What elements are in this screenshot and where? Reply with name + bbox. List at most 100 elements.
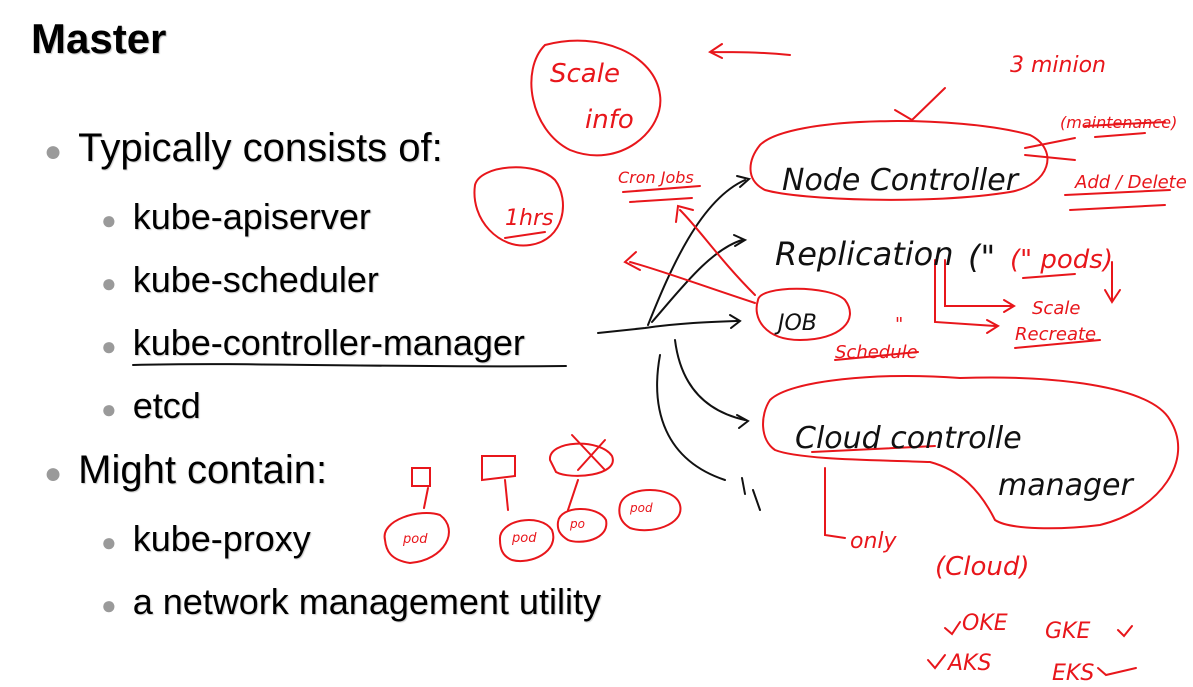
ink-underline-cloud bbox=[811, 445, 936, 453]
ink-box-2 bbox=[481, 455, 516, 482]
ink-maintenance: (maintenance) bbox=[1060, 113, 1177, 132]
ink-check-oke bbox=[944, 621, 961, 636]
ink-arrow-node bbox=[647, 179, 746, 326]
ink-recreate: Recreate bbox=[1015, 324, 1096, 345]
bullet-dot: ● bbox=[101, 527, 117, 557]
ink-arrow-up bbox=[1024, 137, 1076, 149]
ink-check-gke bbox=[1117, 625, 1133, 638]
ink-cross bbox=[571, 434, 606, 471]
ink-arrow-cloud bbox=[674, 339, 746, 421]
ink-cloud-controller: Cloud controlle bbox=[795, 421, 1022, 456]
ink-arrow-down bbox=[1024, 154, 1076, 161]
black-handwriting: Node Controller Replication JOB Cloud co… bbox=[774, 163, 1135, 503]
ink-manager: manager bbox=[998, 468, 1135, 503]
ink-aks: AKS bbox=[946, 651, 991, 676]
ink-underline-maint bbox=[1084, 121, 1166, 138]
ink-underline-pods bbox=[1022, 273, 1076, 279]
ink-circle-1hrs bbox=[473, 166, 564, 247]
ink-pod-2: pod bbox=[511, 531, 537, 546]
ink-pod-circle-2 bbox=[498, 518, 555, 563]
ink-check-eks bbox=[1097, 667, 1137, 677]
ink-ellipse-node bbox=[749, 120, 1049, 201]
ink-underline-cron bbox=[622, 185, 701, 203]
ink-underline-1hrs bbox=[504, 231, 546, 239]
ink-quote bbox=[741, 477, 761, 511]
bullet-dot: ● bbox=[44, 457, 63, 490]
ink-arrow-small2 bbox=[504, 479, 509, 511]
sub-bullet-apiserver: ● kube-apiserver bbox=[101, 196, 371, 238]
ink-quote-marks: (" bbox=[968, 238, 995, 276]
ink-job: JOB bbox=[774, 311, 817, 336]
bullet-text: etcd bbox=[132, 385, 201, 426]
ink-pod-circle-1 bbox=[383, 511, 450, 565]
ink-arrow-job-left bbox=[623, 251, 756, 304]
ink-arrow-other bbox=[656, 354, 726, 481]
bullet-text: kube-controller-manager bbox=[132, 322, 525, 363]
sub-bullet-kube-proxy: ● kube-proxy bbox=[101, 518, 311, 560]
ink-arrow-main bbox=[597, 320, 739, 334]
ink-connector-only bbox=[824, 467, 846, 539]
ink-connector-scale bbox=[944, 259, 1016, 313]
bullet-dot: ● bbox=[101, 394, 117, 424]
ink-scale: Scale bbox=[1032, 298, 1080, 319]
ink-schedule: Schedule bbox=[835, 342, 918, 363]
ink-pod-circle-3 bbox=[556, 508, 608, 543]
ink-arrow-small3 bbox=[567, 479, 579, 511]
ink-box-1 bbox=[411, 467, 431, 487]
ink-cron-jobs: Cron Jobs bbox=[618, 168, 694, 187]
ink-eks: EKS bbox=[1052, 661, 1094, 686]
ink-pods: (" pods) bbox=[1010, 245, 1113, 275]
sub-bullet-etcd: ● etcd bbox=[101, 385, 201, 427]
ink-pod-3: po bbox=[569, 517, 585, 531]
ink-pod-circle-4 bbox=[618, 489, 682, 532]
sub-bullet-network-utility: ● a network management utility bbox=[101, 581, 601, 623]
ink-replication: Replication bbox=[775, 235, 954, 273]
ink-scale-info-1: Scale bbox=[550, 59, 620, 89]
bullet-text: kube-proxy bbox=[132, 518, 311, 559]
ink-circle-scale bbox=[530, 39, 662, 157]
bullet-text: Typically consists of: bbox=[78, 126, 443, 170]
ink-arrow-left bbox=[708, 43, 791, 59]
bullet-dot: ● bbox=[101, 268, 117, 298]
ink-arrow-down2 bbox=[1104, 261, 1121, 304]
bullet-text: Might contain: bbox=[78, 448, 328, 492]
ink-only: only bbox=[850, 529, 898, 554]
ink-check bbox=[894, 87, 946, 122]
slide-title: Master bbox=[31, 15, 167, 62]
ink-underline-recreate bbox=[1014, 339, 1101, 349]
sub-bullet-controller-manager: ● kube-controller-manager bbox=[101, 322, 525, 364]
ink-underline-schedule bbox=[834, 351, 919, 361]
ink-pod-1: pod bbox=[402, 532, 428, 547]
ink-connector-recreate bbox=[934, 259, 1000, 334]
ink-check-aks bbox=[927, 654, 946, 670]
ink-arrow-replication bbox=[651, 239, 743, 323]
sub-bullet-scheduler: ● kube-scheduler bbox=[101, 259, 379, 301]
ink-underline-add bbox=[1064, 189, 1171, 211]
ink-arrowhead bbox=[733, 234, 748, 247]
bullet-text: kube-scheduler bbox=[132, 259, 379, 300]
ink-circle-cross bbox=[548, 442, 614, 477]
ink-node-controller: Node Controller bbox=[782, 163, 1020, 198]
bullet-dot: ● bbox=[101, 590, 117, 620]
ink-oke: OKE bbox=[962, 611, 1008, 636]
bullet-text: a network management utility bbox=[132, 581, 601, 622]
ink-arrow-small1 bbox=[423, 487, 429, 509]
bullet-dot: ● bbox=[101, 331, 117, 361]
bullet-dot: ● bbox=[44, 135, 63, 168]
ink-arrowhead bbox=[736, 175, 752, 188]
ink-cloud: (Cloud) bbox=[935, 552, 1030, 582]
ink-arrowhead bbox=[736, 414, 750, 429]
ink-scale-info-2: info bbox=[585, 105, 634, 135]
bullet-text: kube-apiserver bbox=[132, 196, 371, 237]
ink-three-minion: 3 minion bbox=[1010, 53, 1106, 78]
ink-gke: GKE bbox=[1045, 619, 1090, 644]
ink-one-hrs: 1hrs bbox=[505, 206, 553, 231]
ink-arrow-cron bbox=[675, 204, 756, 296]
ink-arrowhead bbox=[729, 314, 742, 329]
bullet-might-contain: ● Might contain: bbox=[44, 448, 327, 493]
bullet-typically: ● Typically consists of: bbox=[44, 126, 443, 171]
ink-blob-cloud bbox=[762, 375, 1180, 530]
bullet-dot: ● bbox=[101, 205, 117, 235]
ink-add-delete: Add / Delete bbox=[1074, 172, 1187, 193]
ink-pod-4: pod bbox=[629, 501, 653, 515]
